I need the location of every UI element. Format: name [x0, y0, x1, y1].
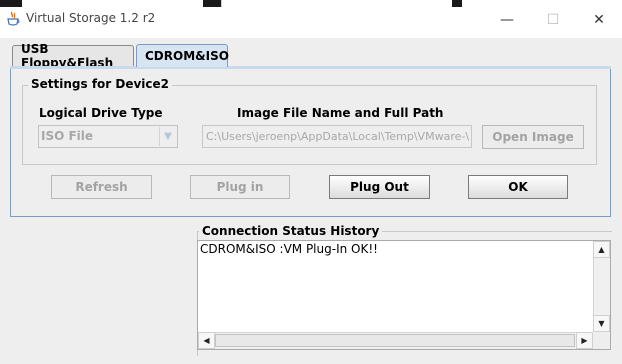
logical-drive-type-value: ISO File: [41, 129, 94, 143]
history-line: CDROM&ISO :VM Plug-In OK!!: [200, 242, 378, 256]
scroll-left-icon[interactable]: ◀: [198, 332, 215, 349]
scroll-down-icon[interactable]: ▼: [593, 315, 610, 332]
maximize-button[interactable]: ☐: [530, 7, 576, 33]
close-button[interactable]: ✕: [576, 7, 622, 33]
logical-drive-type-label: Logical Drive Type: [39, 106, 163, 120]
window-title: Virtual Storage 1.2 r2: [26, 11, 156, 25]
image-file-path-label: Image File Name and Full Path: [237, 106, 444, 120]
chevron-down-icon[interactable]: ▼: [159, 127, 176, 146]
tab-cdrom-iso[interactable]: CDROM&ISO: [136, 44, 229, 67]
close-icon: ✕: [593, 12, 605, 28]
minimize-button[interactable]: —: [484, 7, 530, 33]
horizontal-scroll-thumb[interactable]: [215, 334, 575, 347]
scroll-corner: [593, 332, 610, 349]
ok-button[interactable]: OK: [468, 175, 568, 199]
tab-usb-floppy-flash[interactable]: USB Floppy&Flash: [12, 42, 134, 70]
open-image-button[interactable]: Open Image: [482, 125, 584, 149]
maximize-icon: ☐: [546, 12, 560, 28]
background-strip: [0, 0, 622, 7]
scroll-right-icon[interactable]: ▶: [576, 332, 593, 349]
refresh-button[interactable]: Refresh: [51, 175, 152, 199]
minimize-icon: —: [500, 12, 514, 28]
settings-legend: Settings for Device2: [28, 77, 173, 91]
scroll-up-icon[interactable]: ▲: [593, 241, 610, 258]
java-cup-icon: [6, 11, 20, 27]
plug-out-button[interactable]: Plug Out: [329, 175, 430, 199]
plug-in-button[interactable]: Plug in: [190, 175, 290, 199]
tab-panel-header-line: [10, 66, 611, 69]
image-file-path-field[interactable]: C:\Users\jeroenp\AppData\Local\Temp\VMwa…: [202, 125, 472, 148]
tab-label: CDROM&ISO: [145, 49, 229, 63]
history-legend: Connection Status History: [199, 224, 383, 238]
